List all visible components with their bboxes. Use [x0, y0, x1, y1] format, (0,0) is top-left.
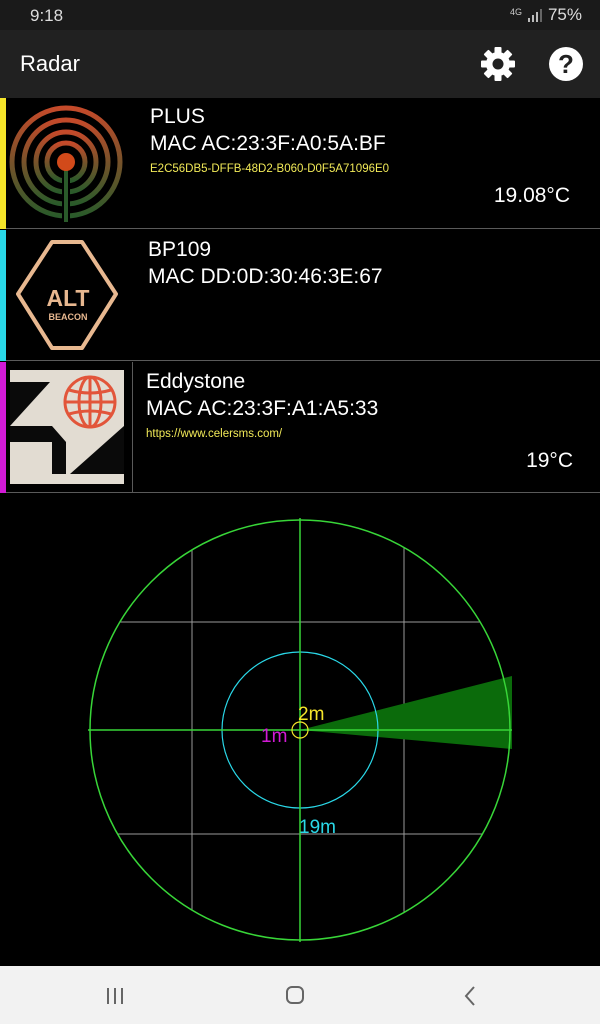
radar-sweep: [300, 676, 512, 749]
radar-label-outer: 19m: [299, 817, 336, 838]
back-icon: [464, 986, 475, 1006]
help-icon: ?: [549, 47, 583, 81]
eddystone-logo: [10, 370, 124, 484]
device-url[interactable]: https://www.celersms.com/: [146, 428, 282, 440]
device-name: PLUS: [150, 105, 205, 128]
signal-icon: [527, 8, 542, 22]
device-mac: MAC AC:23:3F:A1:A5:33: [146, 397, 379, 420]
device-mac: MAC AC:23:3F:A0:5A:BF: [150, 132, 386, 155]
home-button[interactable]: [275, 980, 315, 1010]
svg-text:?: ?: [558, 49, 574, 79]
app-bar: Radar ?: [0, 30, 600, 98]
network-type: 4G: [509, 6, 522, 17]
radar-label-center: 1m: [261, 726, 287, 747]
device-name: BP109: [148, 238, 212, 261]
device-temperature: 19°C: [526, 449, 573, 472]
device-row-eddystone[interactable]: Eddystone MAC AC:23:3F:A1:A5:33 https://…: [0, 362, 600, 493]
row-accent: [0, 230, 6, 361]
help-button[interactable]: ?: [546, 44, 586, 84]
altbeacon-logo-text: ALT: [46, 285, 90, 311]
device-row-plus[interactable]: PLUS MAC AC:23:3F:A0:5A:BF E2C56DB5-DFFB…: [0, 98, 600, 229]
back-button[interactable]: [450, 980, 490, 1010]
status-bar: 9:18 4G 75%: [0, 0, 600, 30]
page-title: Radar: [20, 51, 80, 76]
device-temperature: 19.08°C: [493, 184, 570, 207]
row-accent: [0, 98, 6, 229]
battery-level: 75%: [547, 5, 582, 24]
recent-apps-button[interactable]: [95, 980, 135, 1010]
recent-apps-icon: [107, 988, 123, 1004]
altbeacon-logo-subtext: BEACON: [48, 312, 88, 322]
device-mac: MAC DD:0D:30:46:3E:67: [148, 265, 383, 288]
gear-icon: [481, 47, 515, 81]
settings-button[interactable]: [478, 44, 518, 84]
device-row-bp109[interactable]: ALT BEACON BP109 MAC DD:0D:30:46:3E:67: [0, 230, 600, 361]
home-icon: [286, 986, 304, 1004]
device-name: Eddystone: [146, 370, 246, 393]
radar-label-inner: 2m: [298, 704, 324, 725]
radar-display: 2m 1m 19m: [88, 518, 512, 942]
logo-divider: [132, 362, 133, 492]
status-icons: 4G 75%: [510, 5, 582, 25]
row-accent: [0, 362, 6, 493]
broadcast-beacon-logo: [9, 105, 123, 224]
status-time: 9:18: [30, 6, 64, 25]
system-nav-bar: [0, 966, 600, 1024]
device-uuid: E2C56DB5-DFFB-48D2-B060-D0F5A71096E0: [150, 163, 390, 175]
